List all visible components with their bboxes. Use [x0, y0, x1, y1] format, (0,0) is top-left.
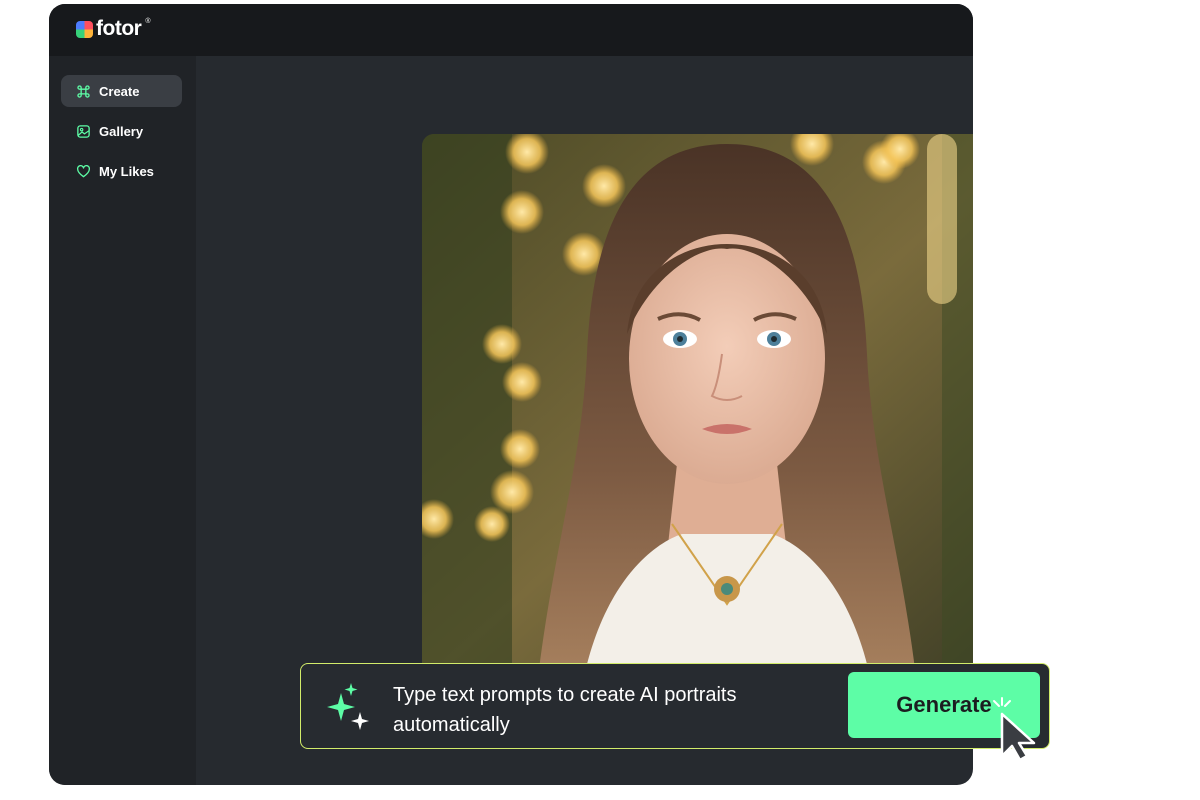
sidebar-item-label: My Likes: [99, 163, 154, 179]
sidebar: Create Gallery My Likes: [49, 56, 196, 785]
gallery-icon: [76, 124, 91, 139]
cursor-icon: [1000, 712, 1036, 762]
generated-portrait-image: [422, 134, 973, 686]
command-icon: [76, 84, 91, 99]
prompt-input[interactable]: Type text prompts to create AI portraits…: [393, 680, 833, 740]
logo-text: fotor: [96, 17, 142, 40]
prompt-bar: Type text prompts to create AI portraits…: [300, 663, 1050, 749]
sidebar-item-create[interactable]: Create: [61, 75, 182, 107]
sidebar-item-label: Gallery: [99, 123, 144, 139]
heart-icon: [76, 164, 91, 179]
registered-mark: ®: [145, 17, 151, 25]
sidebar-item-gallery[interactable]: Gallery: [61, 115, 182, 147]
sparkle-icon: [327, 683, 369, 730]
sidebar-item-label: Create: [99, 83, 140, 99]
logo-mark-icon: [76, 20, 93, 38]
sidebar-item-my-likes[interactable]: My Likes: [61, 155, 182, 187]
top-bar: fotor ®: [49, 4, 973, 56]
fotor-logo[interactable]: fotor ®: [76, 17, 151, 41]
